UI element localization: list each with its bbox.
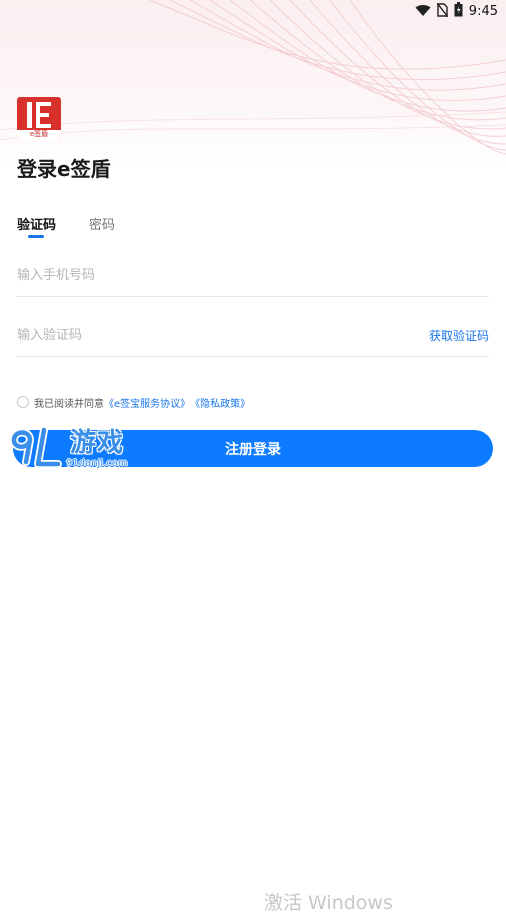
status-time: 9:45 — [468, 3, 498, 19]
agree-checkbox[interactable] — [17, 396, 29, 408]
os-activation-watermark: 激活 Windows — [264, 892, 393, 914]
no-sim-icon — [436, 2, 449, 21]
active-tab-indicator — [28, 235, 44, 238]
tab-verification-code[interactable]: 验证码 — [17, 214, 56, 233]
battery-icon — [454, 1, 463, 21]
get-code-button[interactable]: 获取验证码 — [429, 327, 489, 344]
logo-mark-icon — [27, 102, 51, 128]
watermark-domain: 91danji.com — [66, 458, 128, 469]
tab-password[interactable]: 密码 — [89, 214, 115, 233]
phone-field — [17, 256, 489, 297]
header-background — [0, 0, 506, 170]
app-logo: e签盾 — [17, 97, 61, 139]
agreement-row: 我已阅读并同意 《e签宝服务协议》 《隐私政策》 — [17, 395, 250, 410]
status-bar: 9:45 — [0, 0, 506, 22]
wifi-icon — [415, 2, 431, 21]
code-field: 获取验证码 — [17, 316, 489, 357]
register-login-label: 注册登录 — [225, 441, 281, 458]
wave-decoration — [0, 0, 506, 155]
watermark-site-name: 游戏 — [70, 428, 125, 458]
logo-caption: e签盾 — [17, 130, 61, 139]
code-input[interactable] — [17, 316, 397, 354]
agreement-text: 我已阅读并同意 — [34, 398, 104, 410]
service-agreement-link[interactable]: 《e签宝服务协议》 — [104, 395, 190, 410]
page-title: 登录e签盾 — [17, 157, 111, 181]
phone-input[interactable] — [17, 256, 397, 294]
watermark-logo-icon — [10, 426, 62, 468]
privacy-policy-link[interactable]: 《隐私政策》 — [190, 395, 250, 410]
site-watermark: 游戏 91danji.com — [4, 422, 139, 476]
